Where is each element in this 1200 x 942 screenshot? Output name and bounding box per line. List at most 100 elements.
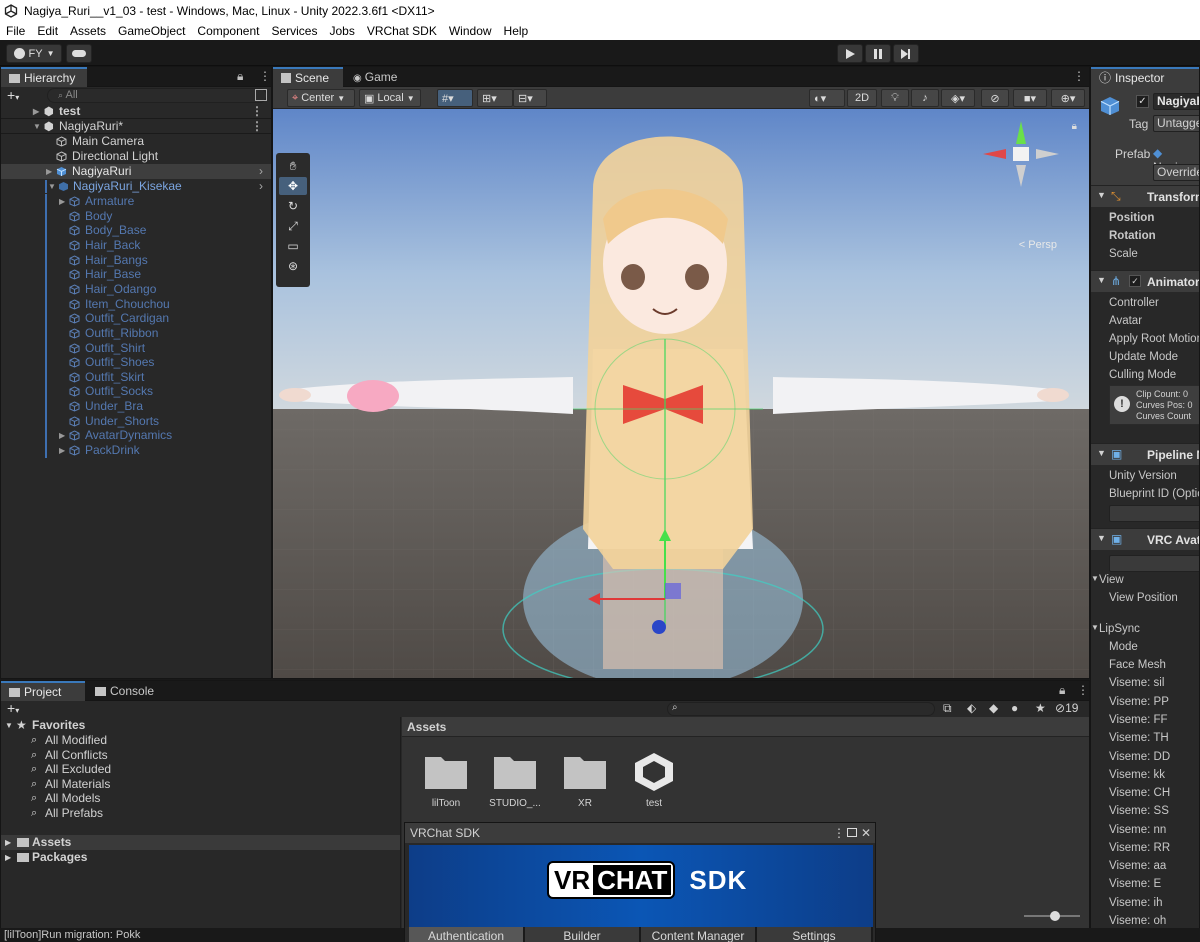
assets-root-row[interactable]: ▶ Assets [1, 835, 400, 850]
expand-arrow-icon[interactable]: ▶ [5, 835, 11, 850]
kebab-menu-icon[interactable]: ⋮ [1077, 683, 1089, 697]
expand-arrow-icon[interactable]: ▶ [59, 194, 68, 209]
rotate-tool-button[interactable]: ↻ [279, 197, 307, 215]
expand-arrow-icon[interactable]: ▶ [5, 850, 11, 865]
scene-row-test[interactable]: ▶ ⬢ test ⋮ [1, 104, 271, 119]
hier-row-child[interactable]: Hair_Base [1, 267, 271, 283]
kebab-menu-icon[interactable]: ⋮ [259, 69, 271, 83]
close-icon[interactable]: ✕ [861, 823, 871, 843]
move-tool-button[interactable]: ✥ [279, 177, 307, 195]
tag-dropdown[interactable]: Untagge [1153, 115, 1199, 132]
project-search-input[interactable]: ⌕ [667, 702, 935, 716]
draw-mode-button[interactable]: ◐▾ [809, 89, 845, 107]
favorites-row[interactable]: ▼ ★ Favorites [1, 718, 400, 733]
expand-arrow-icon[interactable]: ▶ [33, 104, 42, 119]
hier-row-child[interactable]: Under_Bra [1, 399, 271, 415]
pivot-dropdown[interactable]: ⌖ Center ▼ [287, 89, 355, 107]
hier-row-child[interactable]: Item_Chouchou [1, 296, 271, 312]
add-object-button[interactable]: +▾ [7, 87, 19, 103]
pause-button[interactable] [865, 44, 891, 63]
kebab-menu-icon[interactable]: ⋮ [251, 104, 263, 119]
tab-settings[interactable]: Settings [757, 927, 873, 942]
hand-tool-button[interactable]: ✋︎ [279, 157, 307, 175]
expand-arrow-icon[interactable]: ▶ [59, 443, 68, 458]
effects-toggle[interactable]: ◈▾ [941, 89, 975, 107]
scene-row-nagiyaruri[interactable]: ▼ ⬢ NagiyaRuri* ⋮ [1, 119, 271, 134]
cloud-button[interactable] [66, 44, 92, 63]
add-asset-button[interactable]: +▾ [7, 700, 19, 716]
lock-icon[interactable]: 🔒︎ [237, 69, 243, 84]
scene-viewport[interactable]: ✋︎ ✥ ↻ ⤢ ▭ ⊛ < Persp 🔒︎ [273, 109, 1089, 678]
favorite-item[interactable]: ⌕ All Modified [1, 733, 400, 748]
favorite-item[interactable]: ⌕ All Conflicts [1, 748, 400, 763]
menu-assets[interactable]: Assets [64, 24, 112, 38]
chevron-right-icon[interactable]: › [259, 164, 263, 179]
transform-tool-button[interactable]: ⊛ [279, 257, 307, 275]
collapse-arrow-icon[interactable]: ▼ [5, 718, 13, 733]
menu-component[interactable]: Component [191, 24, 265, 38]
blueprint-id-field[interactable] [1109, 505, 1199, 522]
hier-row-child[interactable]: Body [1, 208, 271, 224]
vrchat-sdk-titlebar[interactable]: VRChat SDK ⋮ ✕ [405, 823, 875, 843]
increment-snap-button[interactable]: ⊞▾ [477, 89, 513, 107]
vrc-avatar-field[interactable] [1109, 555, 1199, 572]
hier-row-main-camera[interactable]: Main Camera [1, 134, 271, 149]
hier-row-child[interactable]: Under_Shorts [1, 413, 271, 429]
foldout-label[interactable]: View [1099, 574, 1124, 586]
tab-scene[interactable]: Scene [273, 67, 343, 87]
foldout-arrow-icon[interactable]: ▼ [1091, 623, 1099, 632]
search-by-label-icon[interactable]: ⬖ [967, 701, 976, 715]
rect-tool-button[interactable]: ▭ [279, 237, 307, 255]
search-by-type-icon[interactable]: ⧉ [943, 701, 952, 716]
star-icon[interactable]: ★ [1035, 701, 1046, 715]
hier-row-child[interactable]: Hair_Bangs [1, 252, 271, 268]
pipeline-section-header[interactable]: ▼ ▣ Pipeline M [1091, 443, 1199, 465]
tab-hierarchy[interactable]: Hierarchy [1, 67, 87, 87]
hier-row-child[interactable]: Outfit_Ribbon [1, 325, 271, 341]
space-dropdown[interactable]: ▣ Local ▼ [359, 89, 421, 107]
hier-row-child[interactable]: Body_Base [1, 223, 271, 239]
menu-services[interactable]: Services [265, 24, 323, 38]
gizmos-toggle[interactable]: ⊕▾ [1051, 89, 1085, 107]
hierarchy-search-input[interactable]: ⌕ All [47, 88, 267, 103]
hier-row-child[interactable]: Outfit_Shirt [1, 340, 271, 356]
expand-arrow-icon[interactable]: ▶ [59, 428, 68, 443]
account-dropdown[interactable]: FY ▼ [6, 44, 62, 63]
object-name-input[interactable]: NagiyaR [1153, 93, 1199, 110]
packages-root-row[interactable]: ▶ Packages [1, 850, 400, 865]
scale-tool-button[interactable]: ⤢ [279, 217, 307, 235]
lock-icon[interactable]: 🔒︎ [1072, 121, 1077, 132]
collapse-arrow-icon[interactable]: ▼ [33, 119, 42, 134]
warning-icon[interactable]: ● [1011, 701, 1018, 715]
hidden-packages-toggle[interactable]: ⊘19 [1055, 701, 1078, 715]
asset-item[interactable]: test [619, 751, 689, 809]
menu-file[interactable]: File [0, 24, 31, 38]
active-checkbox[interactable]: ✓ [1136, 95, 1149, 108]
hier-row-child[interactable]: Outfit_Skirt [1, 369, 271, 385]
menu-jobs[interactable]: Jobs [323, 24, 360, 38]
orientation-gizmo[interactable] [981, 119, 1061, 189]
assets-breadcrumb[interactable]: Assets [402, 717, 1089, 737]
lock-icon[interactable]: 🔒︎ [1059, 683, 1065, 698]
toggle-2d-button[interactable]: 2D [847, 89, 877, 107]
tag-icon[interactable]: ◆ [989, 701, 998, 715]
favorite-item[interactable]: ⌕ All Prefabs [1, 806, 400, 821]
asset-item[interactable]: lilToon [411, 751, 481, 809]
expand-arrow-icon[interactable]: ▶ [46, 164, 55, 179]
hier-row-child[interactable]: Outfit_Shoes [1, 355, 271, 371]
visibility-toggle[interactable]: ⊘ [981, 89, 1009, 107]
menu-vrchat-sdk[interactable]: VRChat SDK [361, 24, 443, 38]
overrides-dropdown[interactable]: Override [1153, 164, 1199, 181]
menu-window[interactable]: Window [443, 24, 498, 38]
hier-row-child[interactable]: ▶ PackDrink [1, 443, 271, 459]
zoom-slider[interactable] [1024, 911, 1080, 921]
lighting-toggle[interactable]: 💡︎ [881, 89, 909, 107]
favorite-item[interactable]: ⌕ All Excluded [1, 762, 400, 777]
menu-help[interactable]: Help [498, 24, 535, 38]
hier-row-child[interactable]: Outfit_Socks [1, 384, 271, 400]
favorite-item[interactable]: ⌕ All Materials [1, 777, 400, 792]
foldout-arrow-icon[interactable]: ▼ [1091, 574, 1099, 583]
hier-row-child[interactable]: ▶ AvatarDynamics [1, 428, 271, 444]
tab-builder[interactable]: Builder [525, 927, 641, 942]
scene-visibility-icon[interactable] [255, 89, 267, 101]
